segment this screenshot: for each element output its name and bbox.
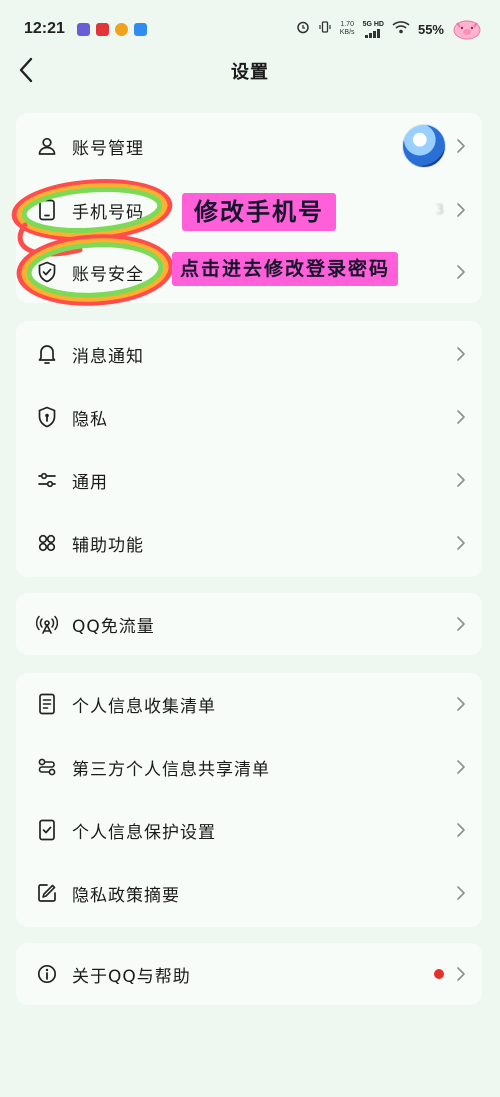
settings-item-label: 个人信息收集清单: [72, 696, 216, 717]
settings-item-label: 辅助功能: [72, 535, 144, 556]
chevron-right-icon: [456, 202, 466, 218]
chevron-right-icon: [456, 759, 466, 775]
settings-item-qq-free-data[interactable]: QQ免流量: [16, 593, 482, 655]
signal-group: 5G HD: [363, 21, 384, 38]
net-speed-value: 1.70: [340, 21, 354, 28]
chevron-right-icon: [456, 696, 466, 712]
app-notification-icon: [133, 22, 147, 36]
chevron-right-icon: [456, 822, 466, 838]
header: 设置: [0, 44, 500, 96]
pig-battery-icon: [452, 18, 482, 40]
chevron-right-icon: [456, 966, 466, 982]
about-section: 关于QQ与帮助: [16, 943, 482, 1005]
phone-icon: [36, 199, 58, 221]
status-right: 1.70 KB/s 5G HD 55%: [296, 18, 482, 40]
annotation-phone-label: 修改手机号: [182, 193, 336, 231]
status-time: 12:21: [24, 20, 65, 37]
shield-check-icon: [36, 261, 58, 283]
chevron-right-icon: [456, 616, 466, 632]
settings-item-notifications[interactable]: 消息通知: [16, 323, 482, 385]
settings-item-label: 关于QQ与帮助: [72, 966, 191, 987]
settings-item-label: QQ免流量: [72, 616, 155, 637]
sliders-icon: [36, 469, 58, 491]
settings-item-label: 账号管理: [72, 138, 144, 159]
net-speed-unit: KB/s: [339, 29, 355, 36]
app-notification-icon: [114, 22, 128, 36]
signal-label: 5G HD: [362, 20, 384, 28]
chevron-right-icon: [456, 138, 466, 154]
settings-item-label: 第三方个人信息共享清单: [72, 759, 270, 780]
bell-icon: [36, 343, 58, 365]
vibrate-icon: [318, 20, 332, 38]
antenna-icon: [36, 613, 58, 635]
settings-item-privacy[interactable]: 隐私: [16, 386, 482, 448]
personal-info-section: 个人信息收集清单 第三方个人信息共享清单 个人信息保护设置 隐私政策摘要: [16, 673, 482, 927]
notification-icons: [76, 22, 147, 36]
settings-item-info-collection-list[interactable]: 个人信息收集清单: [16, 673, 482, 735]
app-notification-icon: [76, 22, 90, 36]
chevron-right-icon: [456, 346, 466, 362]
annotation-security-label: 点击进去修改登录密码: [172, 252, 399, 286]
phone-number-value: 3: [435, 202, 444, 218]
wifi-icon: [392, 20, 410, 38]
notification-dot: [434, 969, 444, 979]
edit-doc-icon: [36, 882, 58, 904]
chevron-right-icon: [456, 264, 466, 280]
settings-item-label: 手机号码: [72, 202, 144, 223]
signal-icon: [365, 28, 381, 38]
settings-item-label: 隐私: [72, 409, 108, 430]
settings-item-about-help[interactable]: 关于QQ与帮助: [16, 943, 482, 1005]
settings-item-third-party-sharing[interactable]: 第三方个人信息共享清单: [16, 736, 482, 798]
chevron-right-icon: [456, 409, 466, 425]
person-icon: [36, 135, 58, 157]
settings-item-account-management[interactable]: 账号管理: [16, 115, 482, 177]
settings-item-label: 个人信息保护设置: [72, 822, 216, 843]
avatar: [402, 124, 446, 168]
document-list-icon: [36, 693, 58, 715]
chevron-right-icon: [456, 472, 466, 488]
share-link-icon: [36, 756, 58, 778]
chevron-right-icon: [456, 535, 466, 551]
app-notification-icon: [95, 22, 109, 36]
data-saving-section: QQ免流量: [16, 593, 482, 655]
checkbox-doc-icon: [36, 819, 58, 841]
settings-item-label: 隐私政策摘要: [72, 885, 180, 906]
info-icon: [36, 963, 58, 985]
settings-item-label: 通用: [72, 472, 108, 493]
settings-item-privacy-summary[interactable]: 隐私政策摘要: [16, 862, 482, 924]
settings-item-info-protection[interactable]: 个人信息保护设置: [16, 799, 482, 861]
general-section: 消息通知 隐私 通用 辅助功能: [16, 321, 482, 577]
net-speed: 1.70 KB/s: [340, 21, 355, 37]
chevron-right-icon: [456, 885, 466, 901]
settings-item-label: 消息通知: [72, 346, 144, 367]
grid-clover-icon: [36, 532, 58, 554]
privacy-shield-icon: [36, 406, 58, 428]
alarm-icon: [296, 20, 310, 38]
settings-item-general[interactable]: 通用: [16, 449, 482, 511]
battery-text: 55%: [417, 21, 444, 37]
page-title: 设置: [231, 62, 269, 83]
settings-item-label: 账号安全: [72, 264, 144, 285]
settings-item-accessibility[interactable]: 辅助功能: [16, 512, 482, 574]
